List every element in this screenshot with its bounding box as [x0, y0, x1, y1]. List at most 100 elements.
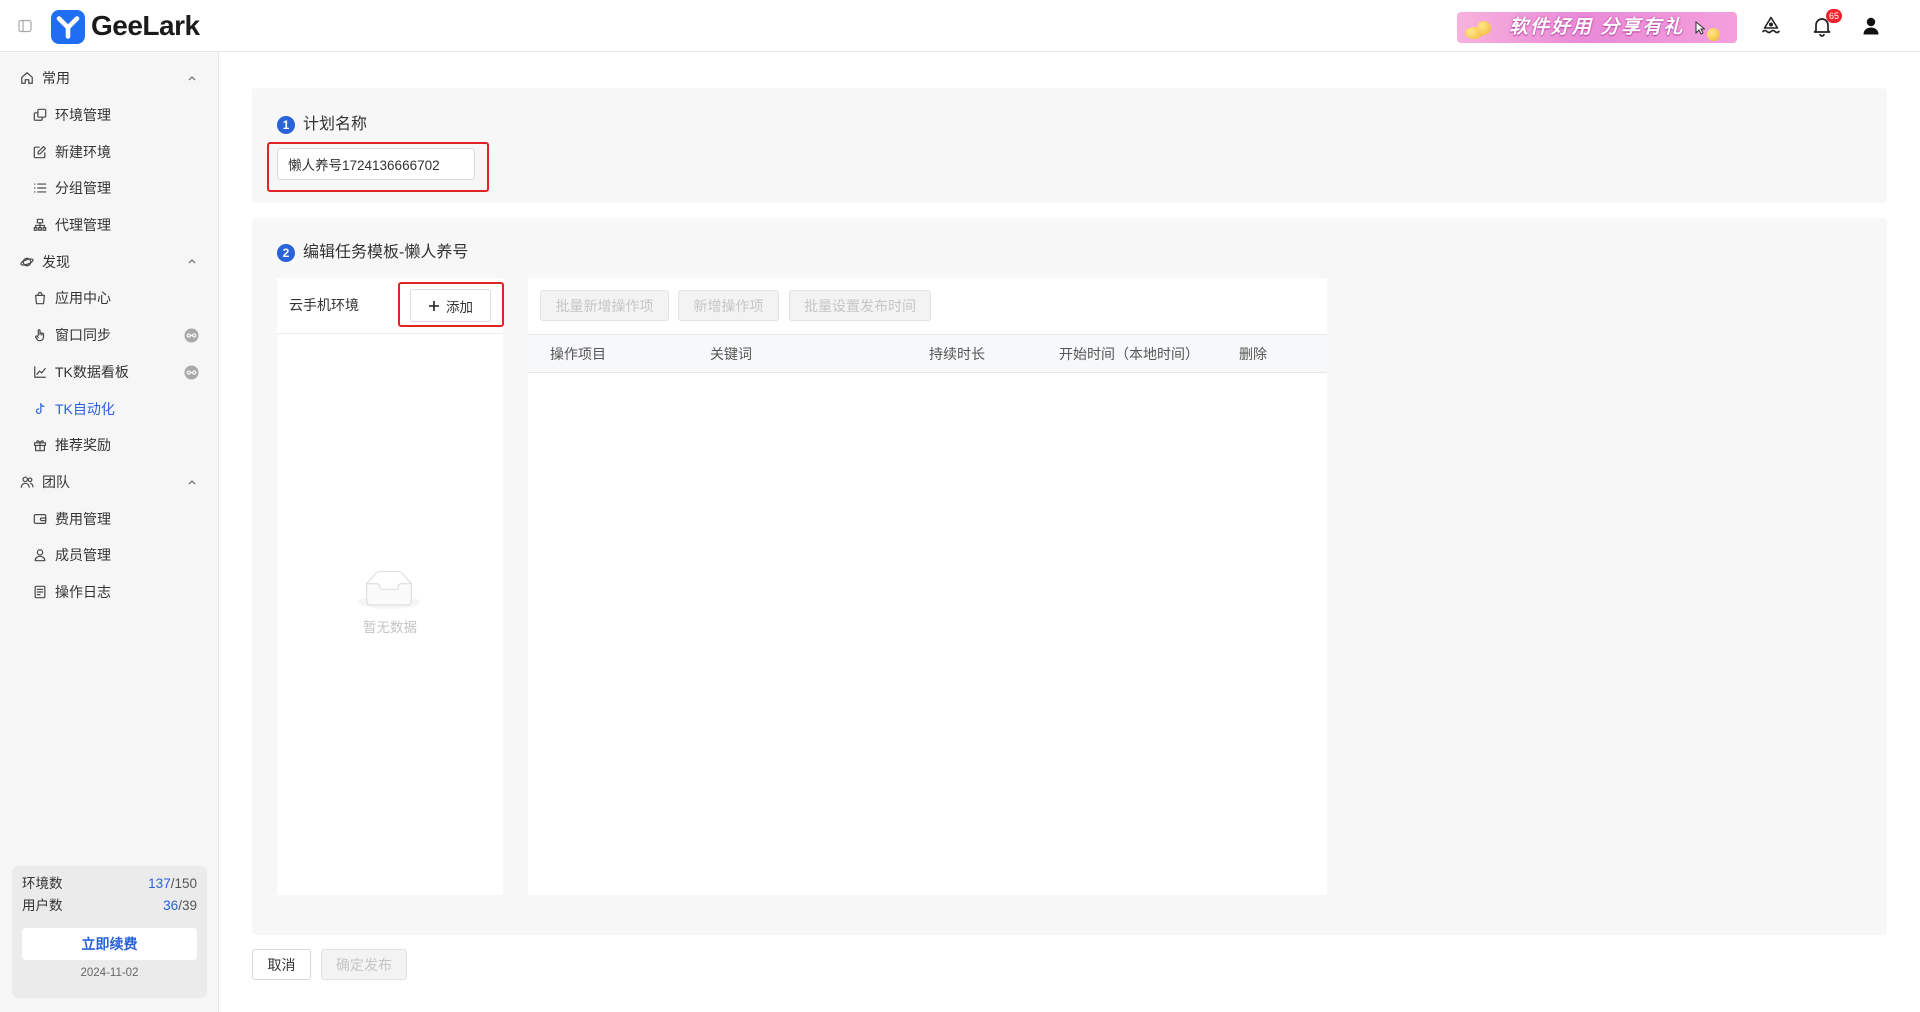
cursor-icon: [1695, 21, 1705, 35]
sidebar-item-tk-dashboard[interactable]: TK数据看板: [0, 354, 219, 391]
sidebar-item-billing[interactable]: 费用管理: [0, 500, 219, 537]
sidebar-item-groups[interactable]: 分组管理: [0, 170, 219, 207]
sidebar-group-label: 发现: [42, 253, 70, 270]
chevron-up-icon[interactable]: [186, 476, 198, 488]
home-icon: [20, 71, 34, 85]
logo-text: GeeLark: [91, 10, 200, 41]
sidebar-item-label: 成员管理: [55, 547, 111, 564]
column-header: 开始时间（本地时间）: [1059, 346, 1199, 362]
stat-limit: 39: [181, 898, 197, 913]
sidebar: 常用 环境管理 新建环境 分组管理 代理管理 发现 应用中心 窗口同步 TK数据…: [0, 52, 219, 1012]
batch-add-operation-button[interactable]: 批量新增操作项: [540, 290, 669, 321]
coin-icon: [1477, 21, 1491, 35]
logo-icon: [51, 10, 85, 44]
divider: [277, 333, 503, 334]
sidebar-group-label: 常用: [42, 70, 70, 87]
add-environment-button[interactable]: 添加: [410, 289, 491, 322]
sidebar-group-common[interactable]: 常用: [0, 60, 219, 97]
line-chart-icon: [33, 365, 47, 379]
sidebar-item-members[interactable]: 成员管理: [0, 537, 219, 574]
user-count-row: 用户数 36/39: [22, 896, 197, 916]
sidebar-item-label: 分组管理: [55, 180, 111, 197]
feature-badge-icon: [184, 328, 199, 343]
stat-label: 用户数: [22, 898, 63, 913]
section-title: 编辑任务模板-懒人养号: [303, 244, 469, 261]
sidebar-item-operation-log[interactable]: 操作日志: [0, 574, 219, 611]
sidebar-group-team[interactable]: 团队: [0, 464, 219, 501]
operations-panel: 批量新增操作项 新增操作项 批量设置发布时间 操作项目 关键词 持续时长 开始时…: [528, 278, 1327, 895]
hand-pointer-icon: [33, 328, 47, 342]
notification-badge: 65: [1826, 9, 1843, 23]
top-bar: GeeLark 软件好用 分享有礼 65: [0, 0, 1920, 52]
sidebar-item-label: 推荐奖励: [55, 437, 111, 454]
sidebar-item-tk-automation[interactable]: TK自动化: [0, 390, 219, 427]
stat-value: 36/39: [163, 896, 197, 916]
copy-icon: [33, 108, 47, 122]
sidebar-item-proxies[interactable]: 代理管理: [0, 207, 219, 244]
add-operation-button[interactable]: 新增操作项: [678, 290, 779, 321]
sidebar-item-label: 操作日志: [55, 583, 111, 600]
button-label: 添加: [446, 299, 473, 315]
section-title: 计划名称: [303, 116, 368, 133]
wallet-icon: [33, 512, 47, 526]
empty-inbox-icon: [358, 569, 420, 611]
stat-label: 环境数: [22, 876, 63, 891]
gift-icon: [33, 438, 47, 452]
cloud-phone-panel: 云手机环境 添加 暂无数据: [277, 278, 504, 895]
stat-used: 137: [148, 876, 171, 891]
empty-state-text: 暂无数据: [363, 620, 417, 635]
step-number: 2: [277, 244, 295, 262]
sidebar-toggle-icon[interactable]: [18, 19, 32, 33]
plan-name-input[interactable]: [277, 148, 475, 180]
sidebar-item-new-environment[interactable]: 新建环境: [0, 133, 219, 170]
column-header: 关键词: [710, 346, 752, 362]
cancel-button[interactable]: 取消: [252, 949, 311, 980]
sidebar-item-referral-rewards[interactable]: 推荐奖励: [0, 427, 219, 464]
step-number: 1: [277, 116, 295, 134]
log-icon: [33, 585, 47, 599]
feature-badge-icon: [184, 365, 199, 380]
chevron-up-icon[interactable]: [186, 255, 198, 267]
column-header: 删除: [1239, 346, 1267, 362]
plan-stats-card: 环境数 137/150 用户数 36/39 立即续费 2024-11-02: [12, 866, 207, 998]
sidebar-nav: 常用 环境管理 新建环境 分组管理 代理管理 发现 应用中心 窗口同步 TK数据…: [0, 60, 219, 610]
plan-name-card: 1 计划名称: [252, 88, 1887, 203]
chevron-up-icon[interactable]: [186, 72, 198, 84]
sidebar-item-label: 应用中心: [55, 290, 111, 307]
network-icon: [33, 218, 47, 232]
tiktok-icon: [33, 402, 47, 416]
sidebar-group-label: 团队: [42, 473, 70, 490]
sidebar-item-label: 新建环境: [55, 143, 111, 160]
column-header: 持续时长: [929, 346, 985, 362]
expiry-date: 2024-11-02: [80, 967, 139, 979]
renew-button[interactable]: 立即续费: [22, 928, 197, 960]
sidebar-item-label: TK自动化: [55, 400, 115, 417]
promo-banner[interactable]: 软件好用 分享有礼: [1457, 12, 1737, 43]
task-template-card: 2 编辑任务模板-懒人养号 云手机环境 添加 暂无数据 批量新增操作项 新增操作…: [252, 218, 1887, 935]
sidebar-item-environments[interactable]: 环境管理: [0, 97, 219, 134]
user-icon[interactable]: [1860, 15, 1882, 37]
edit-icon: [33, 145, 47, 159]
stat-limit: 150: [174, 876, 197, 891]
sidebar-item-label: 费用管理: [55, 510, 111, 527]
panel-title: 云手机环境: [289, 297, 359, 313]
plus-icon: [428, 300, 440, 312]
sidebar-item-window-sync[interactable]: 窗口同步: [0, 317, 219, 354]
publish-button[interactable]: 确定发布: [321, 949, 407, 980]
environment-count-row: 环境数 137/150: [22, 874, 197, 894]
sidebar-group-discover[interactable]: 发现: [0, 243, 219, 280]
planet-icon: [20, 255, 34, 269]
ship-icon[interactable]: [1760, 15, 1782, 37]
sidebar-item-label: 窗口同步: [55, 327, 111, 344]
batch-set-publish-time-button[interactable]: 批量设置发布时间: [789, 290, 931, 321]
member-icon: [33, 548, 47, 562]
team-icon: [20, 475, 34, 489]
coin-icon: [1707, 28, 1720, 41]
app-store-icon: [33, 291, 47, 305]
stat-used: 36: [163, 898, 179, 913]
list-icon: [33, 181, 47, 195]
sidebar-item-label: TK数据看板: [55, 363, 129, 380]
column-header: 操作项目: [550, 346, 606, 362]
promo-banner-text: 软件好用 分享有礼: [1509, 17, 1685, 38]
sidebar-item-app-center[interactable]: 应用中心: [0, 280, 219, 317]
